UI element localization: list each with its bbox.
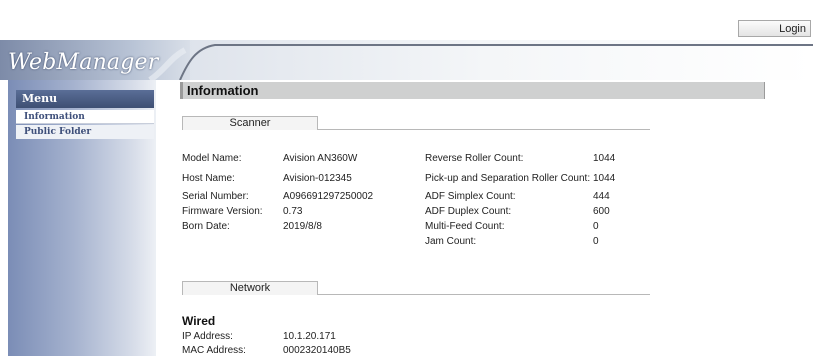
multi-feed-count-value: 0 — [593, 221, 599, 232]
host-name-value: Avision-012345 — [283, 173, 352, 184]
reverse-roller-count-value: 1044 — [593, 153, 616, 164]
model-name-value: Avision AN360W — [283, 153, 358, 164]
model-name-label: Model Name: — [182, 153, 242, 164]
adf-duplex-count-label: ADF Duplex Count: — [425, 206, 512, 217]
ip-address-value: 10.1.20.171 — [283, 331, 336, 342]
tab-network[interactable]: Network — [182, 281, 318, 295]
mac-address-value: 0002320140B5 — [283, 345, 351, 356]
tab-scanner[interactable]: Scanner — [182, 116, 318, 130]
ip-address-label: IP Address: — [182, 331, 233, 342]
wired-heading: Wired — [182, 314, 216, 328]
adf-duplex-count-value: 600 — [593, 206, 610, 217]
adf-simplex-count-value: 444 — [593, 191, 610, 202]
menu-heading: Menu — [16, 90, 154, 108]
mac-address-label: MAC Address: — [182, 345, 246, 356]
firmware-version-label: Firmware Version: — [182, 206, 263, 217]
serial-number-label: Serial Number: — [182, 191, 249, 202]
pickup-roller-count-label: Pick-up and Separation Roller Count: — [425, 173, 591, 184]
sidebar-item-information[interactable]: Information — [16, 110, 154, 124]
born-date-label: Born Date: — [182, 221, 230, 232]
login-button[interactable]: Login — [738, 20, 811, 37]
adf-simplex-count-label: ADF Simplex Count: — [425, 191, 516, 202]
page-title: Information — [180, 82, 765, 99]
reverse-roller-count-label: Reverse Roller Count: — [425, 153, 524, 164]
network-tab-divider — [318, 294, 650, 295]
firmware-version-value: 0.73 — [283, 206, 303, 217]
sidebar-item-public-folder[interactable]: Public Folder — [16, 125, 154, 139]
jam-count-label: Jam Count: — [425, 236, 477, 247]
born-date-value: 2019/8/8 — [283, 221, 322, 232]
webmanager-logo: WebManager — [8, 50, 159, 75]
serial-number-value: A096691297250002 — [283, 191, 374, 202]
pickup-roller-count-value: 1044 — [593, 173, 616, 184]
host-name-label: Host Name: — [182, 173, 235, 184]
top-bar — [0, 0, 813, 40]
multi-feed-count-label: Multi-Feed Count: — [425, 221, 505, 232]
scanner-tab-divider — [318, 129, 650, 130]
jam-count-value: 0 — [593, 236, 599, 247]
